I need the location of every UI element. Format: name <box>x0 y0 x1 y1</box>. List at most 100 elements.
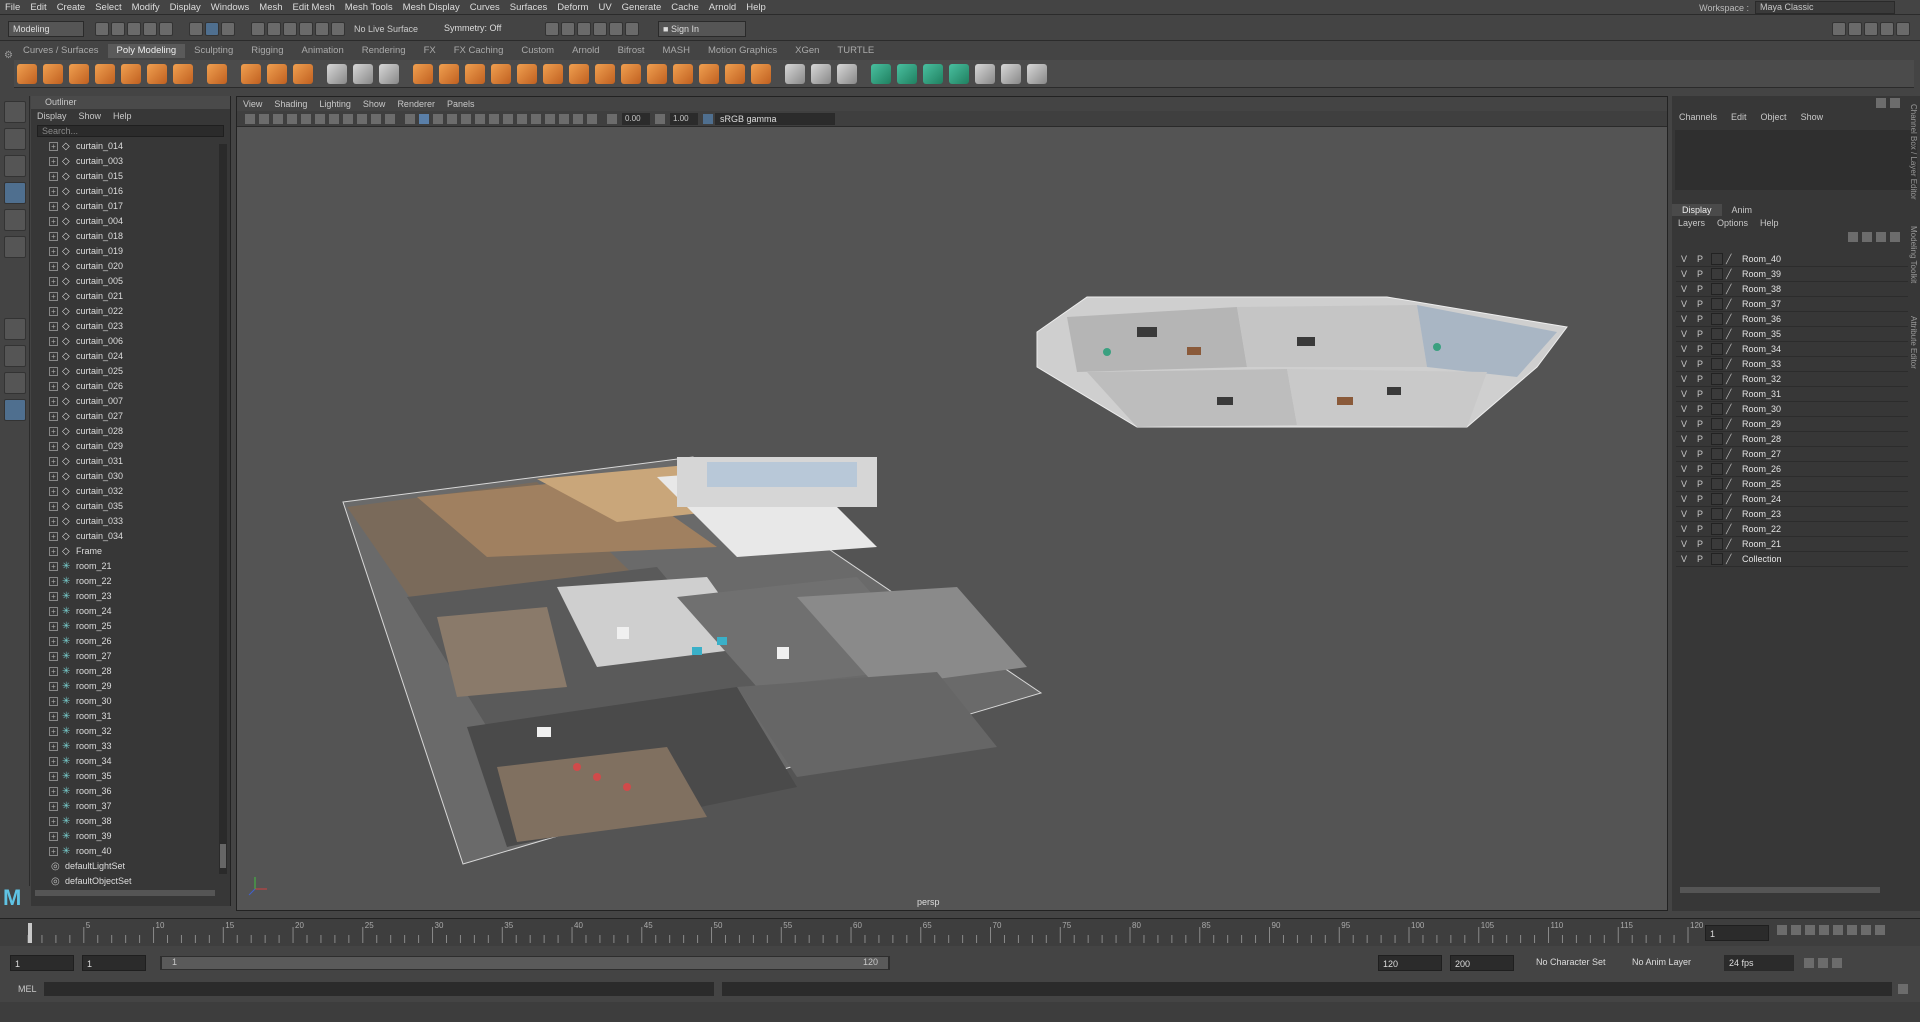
layer-playback-toggle[interactable]: P <box>1692 507 1708 522</box>
layer-type-toggle[interactable] <box>1711 508 1723 520</box>
layer-color-icon[interactable]: ╱ <box>1726 312 1736 327</box>
attribute-editor-toggle-icon[interactable] <box>1880 21 1894 36</box>
outliner-item[interactable]: + ◇ curtain_031 <box>31 454 230 469</box>
layer-playback-toggle[interactable]: P <box>1692 267 1708 282</box>
snap-point-icon[interactable] <box>283 21 297 36</box>
expand-icon[interactable]: + <box>49 457 58 466</box>
display-layer-row[interactable]: V P ╱ Room_24 <box>1676 492 1908 507</box>
display-layer-row[interactable]: V P ╱ Room_28 <box>1676 432 1908 447</box>
menu-select[interactable]: Select <box>90 0 126 15</box>
move-layer-down-icon[interactable] <box>1862 232 1872 242</box>
rotate-tool-icon[interactable] <box>4 209 26 231</box>
expand-icon[interactable]: + <box>49 652 58 661</box>
display-layer-row[interactable]: V P ╱ Room_36 <box>1676 312 1908 327</box>
shelf-menu-icon[interactable]: ⚙ <box>4 50 13 90</box>
expand-icon[interactable]: + <box>49 847 58 856</box>
viewport-menu-show[interactable]: Show <box>357 97 392 111</box>
image-plane-icon[interactable] <box>287 113 297 124</box>
layer-playback-toggle[interactable]: P <box>1692 252 1708 267</box>
layer-visibility-toggle[interactable]: V <box>1676 477 1692 492</box>
menu-arnold[interactable]: Arnold <box>704 0 741 15</box>
wireframe-on-shaded-icon[interactable] <box>433 113 443 124</box>
display-layer-row[interactable]: V P ╱ Room_27 <box>1676 447 1908 462</box>
outliner-item[interactable]: + ✳ room_26 <box>31 634 230 649</box>
outliner-scrollbar[interactable] <box>219 144 227 874</box>
layer-visibility-toggle[interactable]: V <box>1676 432 1692 447</box>
snap-grid-icon[interactable] <box>251 21 265 36</box>
bookmark-icon[interactable] <box>273 113 283 124</box>
quad-draw-icon[interactable] <box>837 63 857 84</box>
new-empty-layer-icon[interactable] <box>1876 232 1886 242</box>
poly-sphere-icon[interactable] <box>17 63 37 84</box>
channel-box-toggle-icon[interactable] <box>1864 21 1878 36</box>
expand-icon[interactable]: + <box>49 337 58 346</box>
layer-visibility-toggle[interactable]: V <box>1676 327 1692 342</box>
expand-icon[interactable]: + <box>49 832 58 841</box>
layer-visibility-toggle[interactable]: V <box>1676 282 1692 297</box>
layer-playback-toggle[interactable]: P <box>1692 432 1708 447</box>
layer-type-toggle[interactable] <box>1711 538 1723 550</box>
outliner-item[interactable]: + ✳ room_35 <box>31 769 230 784</box>
open-scene-icon[interactable] <box>111 21 125 36</box>
field-chart-icon[interactable] <box>357 113 367 124</box>
layer-type-toggle[interactable] <box>1711 283 1723 295</box>
outliner-item[interactable]: + ✳ room_27 <box>31 649 230 664</box>
move-layer-up-icon[interactable] <box>1848 232 1858 242</box>
outliner-item[interactable]: + ◇ curtain_007 <box>31 394 230 409</box>
outliner-item[interactable]: + ◇ curtain_017 <box>31 199 230 214</box>
expand-icon[interactable]: + <box>49 292 58 301</box>
anti-aliasing-icon[interactable] <box>517 113 527 124</box>
outliner-search-input[interactable]: Search... <box>37 125 224 137</box>
sign-in-button[interactable]: ■ Sign In <box>658 20 746 37</box>
layer-visibility-toggle[interactable]: V <box>1676 372 1692 387</box>
expand-icon[interactable]: + <box>49 742 58 751</box>
outliner-item[interactable]: + ◇ curtain_023 <box>31 319 230 334</box>
shelf-tab-sculpting[interactable]: Sculpting <box>185 44 242 58</box>
layer-playback-toggle[interactable]: P <box>1692 537 1708 552</box>
layer-color-icon[interactable]: ╱ <box>1726 357 1736 372</box>
gamma-field[interactable]: 1.00 <box>670 112 698 125</box>
outliner-item[interactable]: + ◇ curtain_028 <box>31 424 230 439</box>
mel-label[interactable]: MEL <box>18 984 44 994</box>
layer-visibility-toggle[interactable]: V <box>1676 252 1692 267</box>
expand-icon[interactable]: + <box>49 247 58 256</box>
mirror-icon[interactable] <box>439 63 459 84</box>
layer-visibility-toggle[interactable]: V <box>1676 447 1692 462</box>
render-view-icon[interactable] <box>609 21 623 36</box>
select-hierarchy-icon[interactable] <box>189 21 203 36</box>
expand-icon[interactable]: + <box>49 142 58 151</box>
layers-menu[interactable]: Layers <box>1672 218 1711 228</box>
append-polygon-icon[interactable] <box>569 63 589 84</box>
layer-type-toggle[interactable] <box>1711 433 1723 445</box>
cylindrical-mapping-icon[interactable] <box>949 63 969 84</box>
duplicate-face-icon[interactable] <box>699 63 719 84</box>
outliner-item[interactable]: + ◇ curtain_026 <box>31 379 230 394</box>
layer-color-icon[interactable]: ╱ <box>1726 297 1736 312</box>
expand-icon[interactable]: + <box>49 412 58 421</box>
collapse-icon[interactable] <box>725 63 745 84</box>
display-layer-row[interactable]: V P ╱ Room_34 <box>1676 342 1908 357</box>
planar-mapping-icon[interactable] <box>897 63 917 84</box>
outliner-menu-show[interactable]: Show <box>73 109 108 123</box>
outliner-item[interactable]: + ✳ room_24 <box>31 604 230 619</box>
time-slider[interactable]: 5 10 15 20 25 30 35 40 45 50 55 60 65 70 75 80 85 90 95 100… <box>0 918 1920 946</box>
outliner-item[interactable]: + ◇ curtain_027 <box>31 409 230 424</box>
expand-icon[interactable]: + <box>49 592 58 601</box>
layer-color-icon[interactable]: ╱ <box>1726 252 1736 267</box>
layer-playback-toggle[interactable]: P <box>1692 327 1708 342</box>
layer-color-icon[interactable]: ╱ <box>1726 327 1736 342</box>
layer-type-toggle[interactable] <box>1711 418 1723 430</box>
poly-torus-icon[interactable] <box>121 63 141 84</box>
sew-uv-icon[interactable] <box>1001 63 1021 84</box>
layer-color-icon[interactable]: ╱ <box>1726 342 1736 357</box>
layer-type-toggle[interactable] <box>1711 373 1723 385</box>
menu-curves[interactable]: Curves <box>465 0 505 15</box>
outliner-item[interactable]: + ✳ room_40 <box>31 844 230 859</box>
outliner-item[interactable]: + ◇ curtain_020 <box>31 259 230 274</box>
exposure-field[interactable]: 0.00 <box>622 112 650 125</box>
display-layer-row[interactable]: V P ╱ Room_30 <box>1676 402 1908 417</box>
safe-action-icon[interactable] <box>371 113 381 124</box>
outliner-item[interactable]: + ◇ curtain_003 <box>31 154 230 169</box>
current-frame-field[interactable]: 1 <box>1705 925 1769 941</box>
expand-icon[interactable]: + <box>49 472 58 481</box>
